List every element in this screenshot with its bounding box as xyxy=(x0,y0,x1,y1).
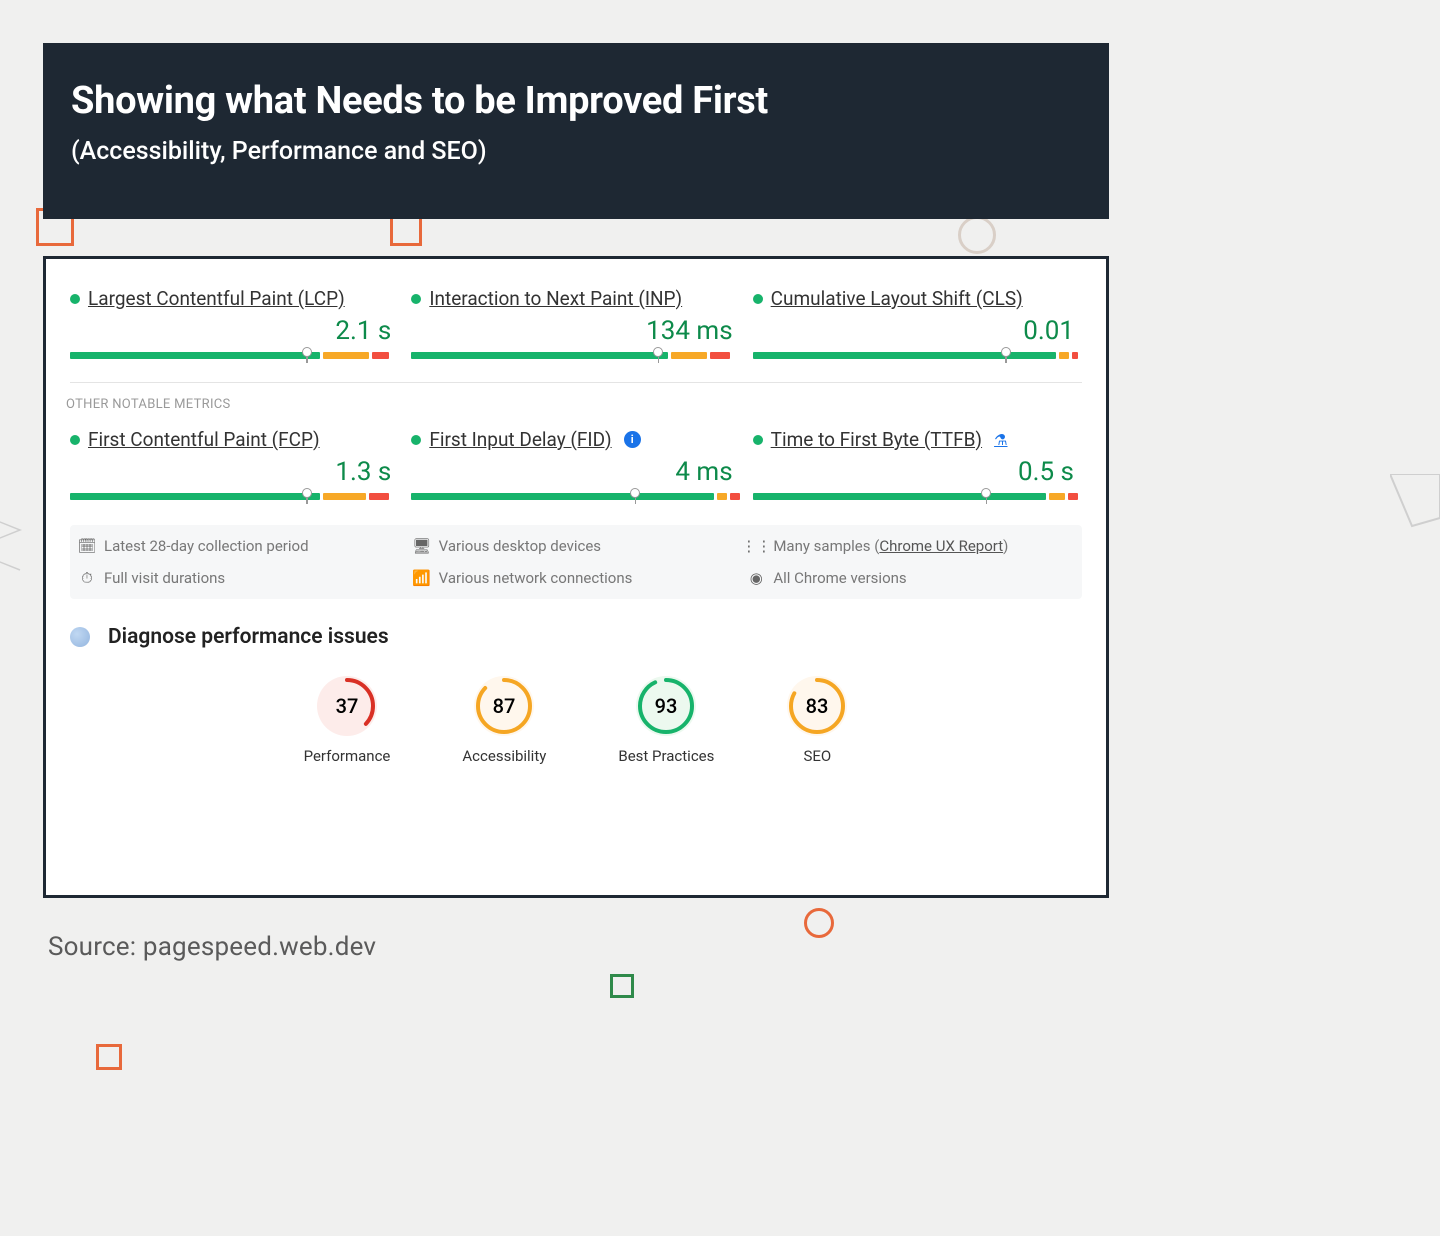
chrome-icon: ◉ xyxy=(747,569,765,587)
other-metrics-row: First Contentful Paint (FCP) 1.3 s First… xyxy=(60,416,1092,517)
devices-icon: 🖥 xyxy=(413,537,431,555)
metric-name-link[interactable]: Largest Contentful Paint (LCP) xyxy=(88,287,345,310)
metric-card: Cumulative Layout Shift (CLS) 0.01 xyxy=(753,287,1082,360)
status-dot-icon xyxy=(70,294,80,304)
note-text: Full visit durations xyxy=(104,569,225,587)
svg-text:93: 93 xyxy=(655,694,678,718)
note-samples: ⋮⋮ Many samples (Chrome UX Report) xyxy=(747,537,1074,555)
bg-circle-decor xyxy=(804,908,834,938)
bg-circle-decor xyxy=(958,216,996,254)
experimental-icon[interactable]: ⚗ xyxy=(994,431,1007,449)
distribution-bar xyxy=(753,350,1082,360)
slide-header: Showing what Needs to be Improved First … xyxy=(43,43,1109,219)
calendar-icon: 🗓 xyxy=(78,537,96,555)
status-dot-icon xyxy=(70,435,80,445)
diagnose-section: Diagnose performance issues xyxy=(60,599,1092,655)
slide-subtitle: (Accessibility, Performance and SEO) xyxy=(71,137,1081,166)
distribution-bar xyxy=(70,491,399,501)
score-gauge-icon: 87 xyxy=(473,675,535,737)
distribution-bar xyxy=(411,491,740,501)
metric-name-link[interactable]: Time to First Byte (TTFB) xyxy=(771,428,982,451)
note-devices: 🖥 Various desktop devices xyxy=(413,537,740,555)
status-dot-icon xyxy=(753,294,763,304)
metric-value: 0.5 s xyxy=(753,457,1082,487)
bg-square-decor xyxy=(96,1044,122,1070)
source-caption: Source: pagespeed.web.dev xyxy=(48,932,376,962)
metric-value: 0.01 xyxy=(753,316,1082,346)
score-accessibility[interactable]: 87 Accessibility xyxy=(462,675,546,765)
metric-value: 134 ms xyxy=(411,316,740,346)
percentile-marker-icon xyxy=(302,347,312,362)
score-label: Best Practices xyxy=(618,747,714,765)
status-dot-icon xyxy=(411,435,421,445)
metric-card: First Input Delay (FID) i 4 ms xyxy=(411,428,740,501)
metric-name-link[interactable]: Interaction to Next Paint (INP) xyxy=(429,287,682,310)
slide-title: Showing what Needs to be Improved First xyxy=(71,79,1081,123)
percentile-marker-icon xyxy=(981,488,991,503)
metric-name-link[interactable]: First Contentful Paint (FCP) xyxy=(88,428,320,451)
status-dot-icon xyxy=(753,435,763,445)
metric-value: 1.3 s xyxy=(70,457,399,487)
metric-card: First Contentful Paint (FCP) 1.3 s xyxy=(70,428,399,501)
note-text: Various desktop devices xyxy=(439,537,601,555)
metric-card: Largest Contentful Paint (LCP) 2.1 s xyxy=(70,287,399,360)
lighthouse-scores-row: 37 Performance 87 Accessibility 93 Best … xyxy=(60,655,1092,769)
score-gauge-icon: 93 xyxy=(635,675,697,737)
divider xyxy=(70,382,1082,383)
metric-card: Time to First Byte (TTFB) ⚗ 0.5 s xyxy=(753,428,1082,501)
svg-text:83: 83 xyxy=(806,694,829,718)
note-period: 🗓 Latest 28-day collection period xyxy=(78,537,405,555)
samples-icon: ⋮⋮ xyxy=(747,537,765,555)
distribution-bar xyxy=(753,491,1082,501)
metric-name-link[interactable]: First Input Delay (FID) xyxy=(429,428,611,451)
percentile-marker-icon xyxy=(1001,347,1011,362)
diagnose-title: Diagnose performance issues xyxy=(108,625,389,649)
note-text: Many samples (Chrome UX Report) xyxy=(773,537,1008,555)
distribution-bar xyxy=(411,350,740,360)
info-icon[interactable]: i xyxy=(624,431,641,448)
note-text: All Chrome versions xyxy=(773,569,906,587)
score-gauge-icon: 83 xyxy=(786,675,848,737)
diagnose-icon xyxy=(70,627,90,647)
report-metadata-panel: 🗓 Latest 28-day collection period 🖥 Vari… xyxy=(70,525,1082,599)
score-best practices[interactable]: 93 Best Practices xyxy=(618,675,714,765)
pagespeed-report: Largest Contentful Paint (LCP) 2.1 s Int… xyxy=(43,256,1109,898)
note-versions: ◉ All Chrome versions xyxy=(747,569,1074,587)
distribution-bar xyxy=(70,350,399,360)
svg-text:37: 37 xyxy=(336,694,359,718)
metric-value: 2.1 s xyxy=(70,316,399,346)
score-performance[interactable]: 37 Performance xyxy=(304,675,391,765)
note-text: Various network connections xyxy=(439,569,633,587)
status-dot-icon xyxy=(411,294,421,304)
note-network: 📶 Various network connections xyxy=(413,569,740,587)
bg-line-decor xyxy=(1390,474,1440,530)
score-gauge-icon: 37 xyxy=(316,675,378,737)
chrome-ux-report-link[interactable]: Chrome UX Report xyxy=(879,537,1003,555)
bg-square-decor xyxy=(610,974,634,998)
note-text: Latest 28-day collection period xyxy=(104,537,309,555)
metric-card: Interaction to Next Paint (INP) 134 ms xyxy=(411,287,740,360)
percentile-marker-icon xyxy=(653,347,663,362)
other-metrics-label: OTHER NOTABLE METRICS xyxy=(60,389,1092,416)
percentile-marker-icon xyxy=(630,488,640,503)
score-label: Accessibility xyxy=(462,747,546,765)
metric-name-link[interactable]: Cumulative Layout Shift (CLS) xyxy=(771,287,1023,310)
wifi-icon: 📶 xyxy=(413,569,431,587)
timer-icon: ⏱ xyxy=(78,569,96,587)
core-web-vitals-row: Largest Contentful Paint (LCP) 2.1 s Int… xyxy=(60,275,1092,376)
note-durations: ⏱ Full visit durations xyxy=(78,569,405,587)
score-label: Performance xyxy=(304,747,391,765)
metric-value: 4 ms xyxy=(411,457,740,487)
svg-text:87: 87 xyxy=(493,694,516,718)
score-seo[interactable]: 83 SEO xyxy=(786,675,848,765)
percentile-marker-icon xyxy=(302,488,312,503)
score-label: SEO xyxy=(804,747,832,765)
